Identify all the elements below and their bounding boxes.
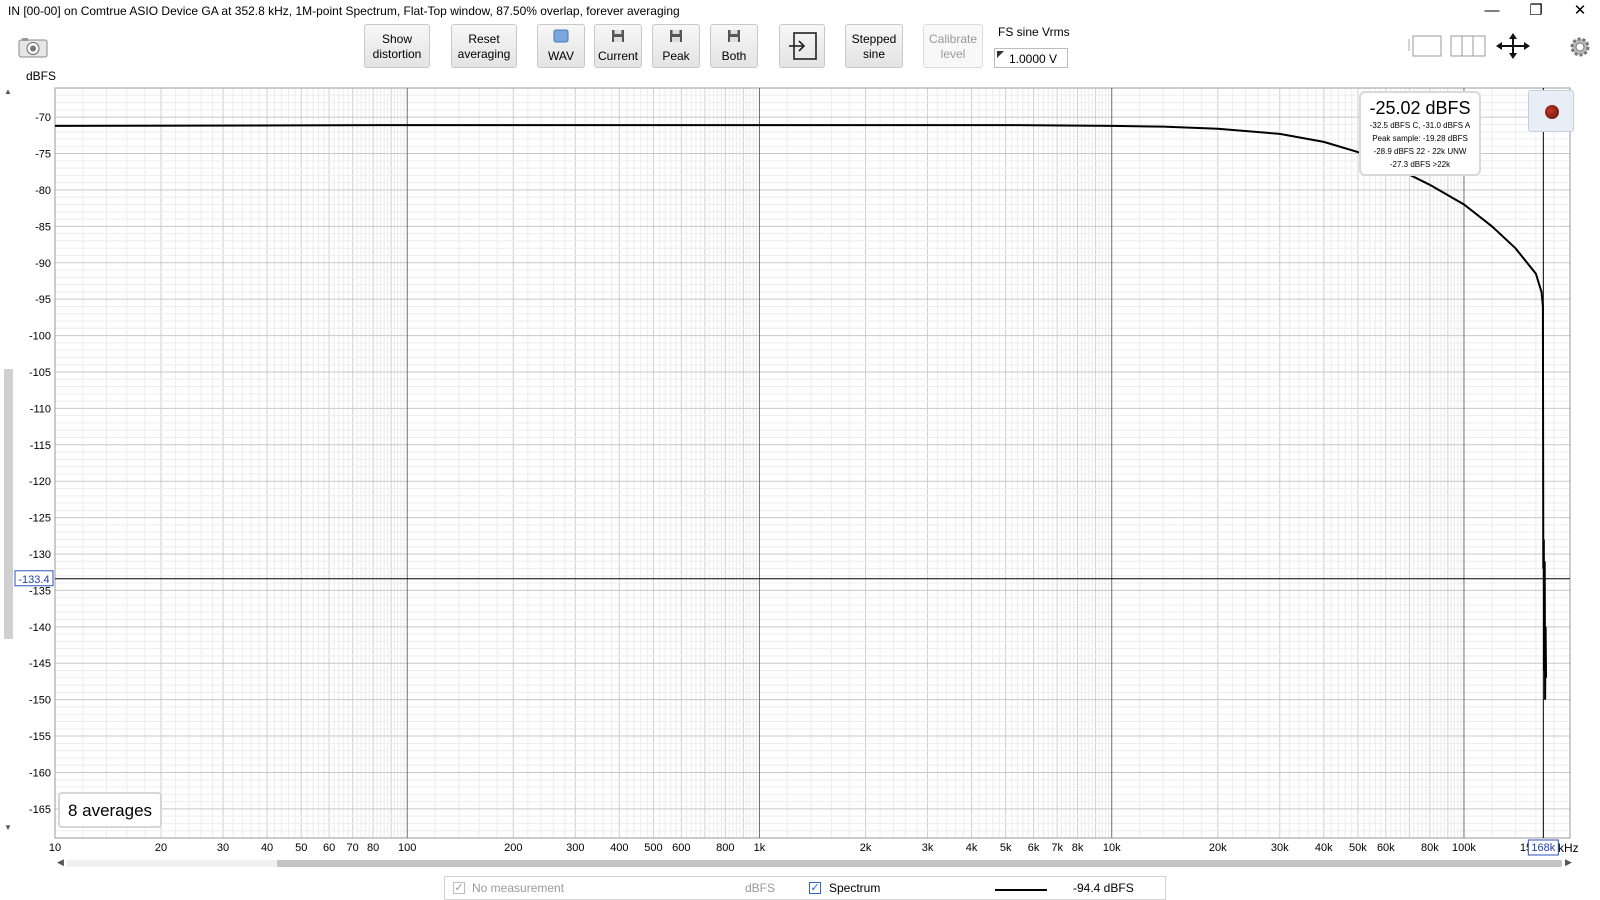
- y-tick-label: -90: [35, 258, 51, 270]
- y-tick-label: -95: [35, 294, 51, 306]
- x-tick-label: 300: [566, 842, 584, 854]
- readout-line: Peak sample: -19.28 dBFS: [1372, 134, 1468, 143]
- y-tick-label: -150: [29, 695, 51, 707]
- readout-line: -32.5 dBFS C, -31.0 dBFS A: [1369, 121, 1471, 130]
- y-tick-label: -100: [29, 331, 51, 343]
- y-tick-label: -85: [35, 221, 51, 233]
- horizontal-scrollbar[interactable]: ◀ ▶: [57, 857, 1572, 869]
- record-icon: [1545, 105, 1559, 119]
- x-tick-label: 600: [672, 842, 690, 854]
- cursor-y-value: -133.4: [18, 574, 49, 586]
- readout-main: -25.02 dBFS: [1369, 98, 1471, 118]
- cursor-y-label: -133.4: [14, 570, 54, 587]
- x-tick-label: 8k: [1072, 842, 1084, 854]
- x-tick-label: 20k: [1209, 842, 1227, 854]
- level-readout: -25.02 dBFS -32.5 dBFS C, -31.0 dBFS A P…: [1359, 91, 1481, 176]
- y-tick-label: -135: [29, 585, 51, 597]
- readout-line: -27.3 dBFS >22k: [1389, 160, 1451, 169]
- x-tick-label: 40k: [1315, 842, 1333, 854]
- record-button[interactable]: [1528, 90, 1574, 132]
- y-tick-label: -130: [29, 549, 51, 561]
- x-tick-label: 10k: [1103, 842, 1121, 854]
- y-tick-label: -120: [29, 476, 51, 488]
- y-tick-label: -160: [29, 767, 51, 779]
- y-tick-label: -155: [29, 731, 51, 743]
- x-tick-label: 30k: [1271, 842, 1289, 854]
- legend-bar: ✓ No measurement dBFS ✓ Spectrum -94.4 d…: [444, 876, 1166, 900]
- no-measurement-label: No measurement: [472, 881, 565, 895]
- spectrum-line-swatch: [995, 889, 1047, 891]
- x-tick-label: 5k: [1000, 842, 1012, 854]
- x-tick-label: 10: [49, 842, 61, 854]
- cursor-x-value: 168k: [1531, 842, 1555, 854]
- y-tick-label: -115: [30, 440, 51, 452]
- x-tick-label: 50k: [1349, 842, 1367, 854]
- averages-indicator: 8 averages: [58, 792, 162, 828]
- legend-unit: dBFS: [745, 881, 776, 895]
- spectrum-value: -94.4 dBFS: [1073, 881, 1134, 895]
- x-tick-label: 70: [347, 842, 359, 854]
- x-tick-label: 400: [610, 842, 628, 854]
- y-tick-label: -110: [30, 403, 51, 415]
- y-tick-label: -70: [35, 112, 51, 124]
- x-tick-label: 40: [261, 842, 273, 854]
- spectrum-label: Spectrum: [829, 881, 881, 895]
- x-tick-label: 500: [644, 842, 662, 854]
- x-tick-label: 60: [323, 842, 335, 854]
- x-tick-label: 3k: [922, 842, 934, 854]
- spectrum-checkbox[interactable]: ✓: [809, 882, 821, 894]
- x-tick-label: 60k: [1377, 842, 1395, 854]
- scroll-right-icon[interactable]: ▶: [1565, 857, 1572, 868]
- y-tick-label: -125: [29, 513, 51, 525]
- y-tick-label: -165: [29, 804, 51, 816]
- x-tick-label: 30: [217, 842, 229, 854]
- x-tick-label: 2k: [860, 842, 872, 854]
- cursor-x-label: 168k: [1527, 839, 1559, 856]
- y-tick-label: -75: [35, 149, 51, 161]
- scroll-left-icon[interactable]: ◀: [57, 857, 64, 868]
- y-tick-label: -105: [29, 367, 51, 379]
- x-tick-label: 4k: [966, 842, 978, 854]
- y-tick-label: -80: [35, 185, 51, 197]
- readout-line: -28.9 dBFS 22 - 22k UNW: [1373, 147, 1467, 156]
- x-tick-label: 800: [716, 842, 734, 854]
- x-tick-label: 20: [155, 842, 167, 854]
- x-tick-label: 100k: [1452, 842, 1476, 854]
- plot-frame: [54, 87, 1571, 839]
- y-tick-label: -145: [29, 658, 51, 670]
- x-tick-label: 80: [367, 842, 379, 854]
- no-measurement-checkbox[interactable]: ✓: [453, 882, 465, 894]
- x-tick-label: 80k: [1421, 842, 1439, 854]
- x-tick-label: 200: [504, 842, 522, 854]
- x-tick-label: 7k: [1051, 842, 1063, 854]
- x-tick-label: 50: [295, 842, 307, 854]
- x-tick-label: 6k: [1028, 842, 1040, 854]
- x-tick-label: 1k: [754, 842, 766, 854]
- x-tick-label: 100: [398, 842, 416, 854]
- y-tick-label: -140: [29, 622, 51, 634]
- x-axis-unit: kHz: [1558, 841, 1579, 855]
- horizontal-scroll-thumb[interactable]: [277, 860, 1562, 867]
